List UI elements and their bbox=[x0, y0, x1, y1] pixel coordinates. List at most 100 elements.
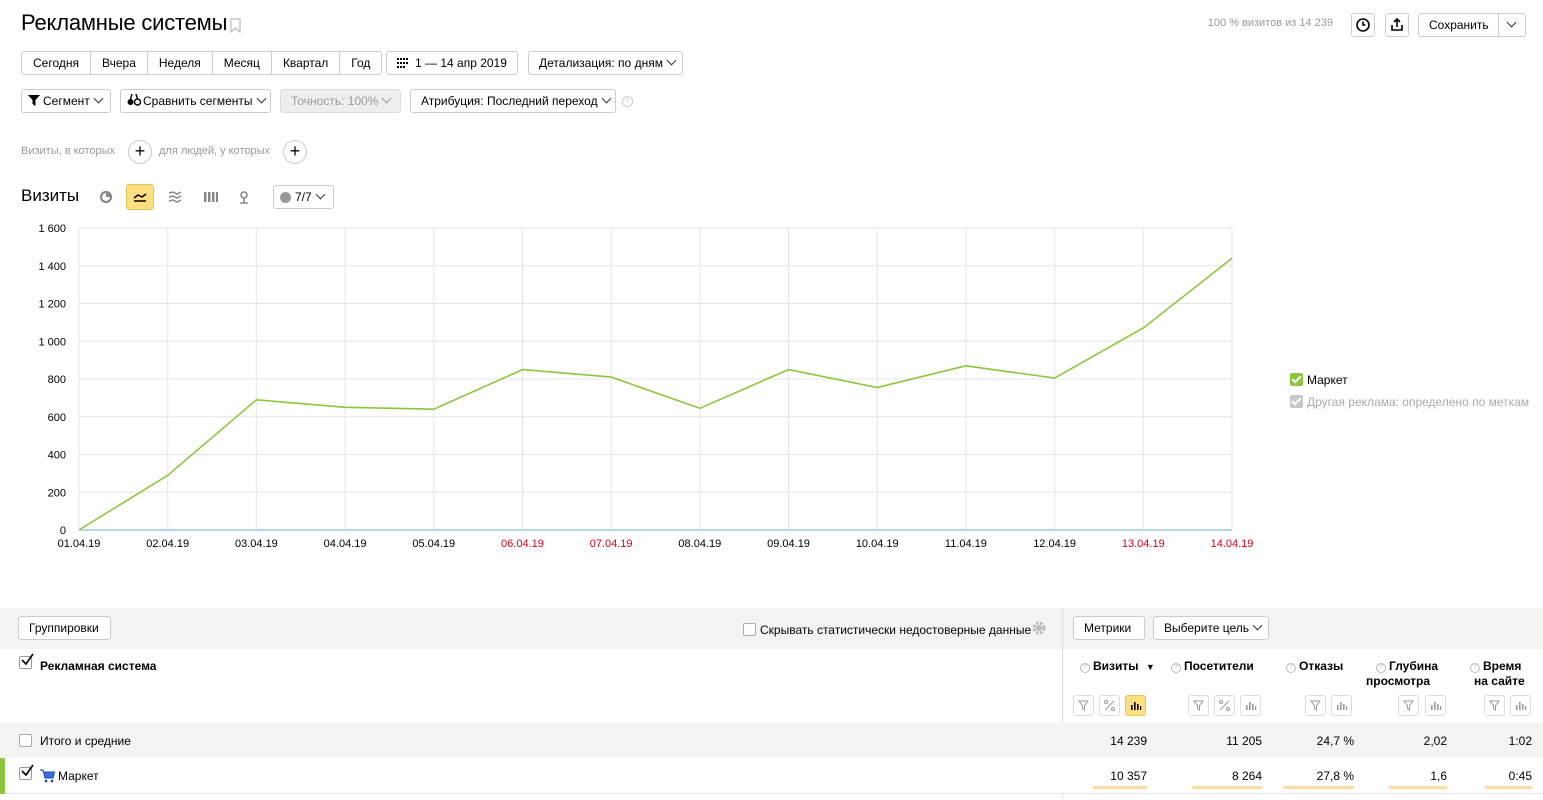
add-people-condition-button[interactable]: + bbox=[283, 140, 307, 164]
total-bounces: 24,7 % bbox=[1316, 734, 1354, 748]
legend-item-other-ads[interactable]: Другая реклама: определено по меткам bbox=[1290, 395, 1529, 409]
detail-dropdown[interactable]: Детализация: по дням bbox=[528, 51, 683, 75]
legend-label: Маркет bbox=[1307, 373, 1348, 387]
time-filter-button[interactable] bbox=[1484, 695, 1505, 716]
time-bars-button[interactable] bbox=[1510, 695, 1531, 716]
x-tick-label: 03.04.19 bbox=[235, 538, 278, 550]
add-visit-condition-button[interactable]: + bbox=[128, 140, 152, 164]
chevron-down-icon bbox=[1506, 17, 1517, 28]
goal-label: Выберите цель bbox=[1164, 621, 1250, 635]
date-range-picker[interactable]: 1 — 14 апр 2019 bbox=[386, 51, 518, 75]
sort-desc-icon: ▼ bbox=[1145, 662, 1155, 672]
series-line bbox=[78, 257, 1233, 531]
visitors-filter-button[interactable] bbox=[1188, 695, 1209, 716]
period-month[interactable]: Месяц bbox=[213, 52, 272, 74]
x-tick-label: 08.04.19 bbox=[678, 538, 721, 550]
x-tick-label: 01.04.19 bbox=[58, 538, 101, 550]
bounces-filter-button[interactable] bbox=[1305, 695, 1326, 716]
checkbox-checked-icon bbox=[1290, 373, 1303, 386]
map-pin-icon bbox=[240, 191, 248, 204]
column-visits[interactable]: ? Визиты ▼ bbox=[1080, 659, 1155, 675]
depth-filter-button[interactable] bbox=[1398, 695, 1419, 716]
column-bounces[interactable]: ? Отказы bbox=[1286, 659, 1343, 674]
total-visitors: 11 205 bbox=[1226, 734, 1262, 748]
series-color-marker bbox=[0, 758, 5, 794]
period-yesterday[interactable]: Вчера bbox=[91, 52, 148, 74]
period-year[interactable]: Год bbox=[340, 52, 381, 74]
groupings-button[interactable]: Группировки bbox=[18, 616, 111, 640]
metrics-button[interactable]: Метрики bbox=[1073, 616, 1145, 640]
date-range-label: 1 — 14 апр 2019 bbox=[415, 56, 507, 70]
y-tick-label: 600 bbox=[48, 412, 66, 424]
x-tick-label: 10.04.19 bbox=[856, 538, 899, 550]
series-selector[interactable]: 7/7 bbox=[273, 185, 334, 209]
history-button[interactable] bbox=[1351, 13, 1375, 37]
row-label[interactable]: Маркет bbox=[58, 769, 99, 783]
chart-type-bar[interactable] bbox=[196, 184, 224, 210]
line-chart-icon bbox=[133, 193, 147, 202]
attribution-dropdown[interactable]: Атрибуция: Последний переход bbox=[410, 89, 616, 113]
row-checkbox[interactable] bbox=[19, 734, 32, 747]
visitors-bars-button[interactable] bbox=[1240, 695, 1261, 716]
export-button[interactable] bbox=[1385, 13, 1409, 37]
filter-icon bbox=[1488, 700, 1501, 711]
table-toolbar: Группировки Скрывать статистически недос… bbox=[0, 608, 1543, 649]
y-tick-label: 0 bbox=[60, 525, 66, 537]
visits-line-chart[interactable]: 0 200 400 600 800 1 000 1 200 1 400 1 600 01.04.1… bbox=[0, 218, 1280, 558]
visits-percent-button[interactable] bbox=[1099, 695, 1120, 716]
gear-icon[interactable] bbox=[1031, 620, 1047, 636]
bounces-share-bar bbox=[1283, 786, 1354, 789]
goal-dropdown[interactable]: Выберите цель bbox=[1153, 616, 1269, 640]
visitors-percent-button[interactable] bbox=[1214, 695, 1235, 716]
chart-type-map[interactable] bbox=[230, 184, 258, 210]
bounces-bars-button[interactable] bbox=[1331, 695, 1352, 716]
legend-label: Другая реклама: определено по меткам bbox=[1307, 395, 1530, 409]
x-tick-label: 06.04.19 bbox=[501, 538, 544, 550]
visits-sampling-info: 100 % визитов из 14 239 bbox=[1207, 17, 1333, 29]
y-tick-label: 1 600 bbox=[38, 223, 66, 235]
row-checkbox[interactable] bbox=[19, 764, 36, 781]
detail-label: Детализация: по дням bbox=[539, 56, 663, 70]
column-time[interactable]: ? Время на сайте bbox=[1470, 659, 1525, 689]
bar-chart-icon bbox=[1431, 702, 1442, 710]
chart-type-pie[interactable] bbox=[92, 184, 120, 210]
compare-label: Сравнить сегменты bbox=[143, 94, 253, 108]
visits-bars-button[interactable] bbox=[1125, 695, 1146, 716]
compare-segments-button[interactable]: Сравнить сегменты bbox=[120, 89, 271, 113]
column-depth[interactable]: ? Глубина просмотра bbox=[1366, 659, 1438, 689]
save-dropdown-button[interactable] bbox=[1498, 14, 1526, 36]
table-row[interactable]: Маркет 10 357 8 264 27,8 % 1,6 0:45 bbox=[0, 758, 1543, 794]
filter-icon bbox=[1309, 700, 1322, 711]
bookmark-icon[interactable] bbox=[230, 18, 241, 33]
visits-filter-button[interactable] bbox=[1073, 695, 1094, 716]
period-today[interactable]: Сегодня bbox=[22, 52, 91, 74]
bar-chart-icon bbox=[1131, 702, 1142, 710]
select-all-checkbox[interactable] bbox=[19, 653, 36, 670]
compare-icon bbox=[127, 93, 142, 106]
table-row-total: Итого и средние 14 239 11 205 24,7 % 2,0… bbox=[0, 723, 1543, 758]
visits-condition-label: Визиты, в которых bbox=[21, 145, 115, 157]
accuracy-dropdown[interactable]: Точность: 100% bbox=[280, 89, 401, 113]
legend-item-market[interactable]: Маркет bbox=[1290, 373, 1348, 387]
calendar-icon bbox=[397, 58, 408, 68]
chart-type-line[interactable] bbox=[126, 184, 154, 210]
period-week[interactable]: Неделя bbox=[148, 52, 213, 74]
hide-unreliable-toggle[interactable]: Скрывать статистически недостоверные дан… bbox=[743, 623, 1031, 637]
percent-icon bbox=[1104, 700, 1115, 711]
help-icon: ? bbox=[1376, 663, 1386, 673]
help-icon[interactable]: ? bbox=[622, 96, 633, 107]
x-tick-label: 09.04.19 bbox=[767, 538, 810, 550]
save-button[interactable]: Сохранить bbox=[1429, 14, 1489, 36]
chevron-down-icon bbox=[1252, 620, 1263, 631]
column-visitors[interactable]: ? Посетители bbox=[1171, 659, 1254, 674]
row-time: 0:45 bbox=[1508, 769, 1532, 783]
chart-type-area[interactable] bbox=[161, 184, 189, 210]
dimension-header[interactable]: Рекламная система bbox=[40, 659, 156, 674]
bar-chart-icon bbox=[1246, 702, 1257, 710]
row-visits: 10 357 bbox=[1110, 769, 1147, 783]
row-visitors: 8 264 bbox=[1231, 769, 1262, 783]
depth-bars-button[interactable] bbox=[1425, 695, 1446, 716]
segment-button[interactable]: Сегмент bbox=[21, 89, 111, 113]
depth-share-bar bbox=[1389, 786, 1447, 789]
period-quarter[interactable]: Квартал bbox=[272, 52, 341, 74]
